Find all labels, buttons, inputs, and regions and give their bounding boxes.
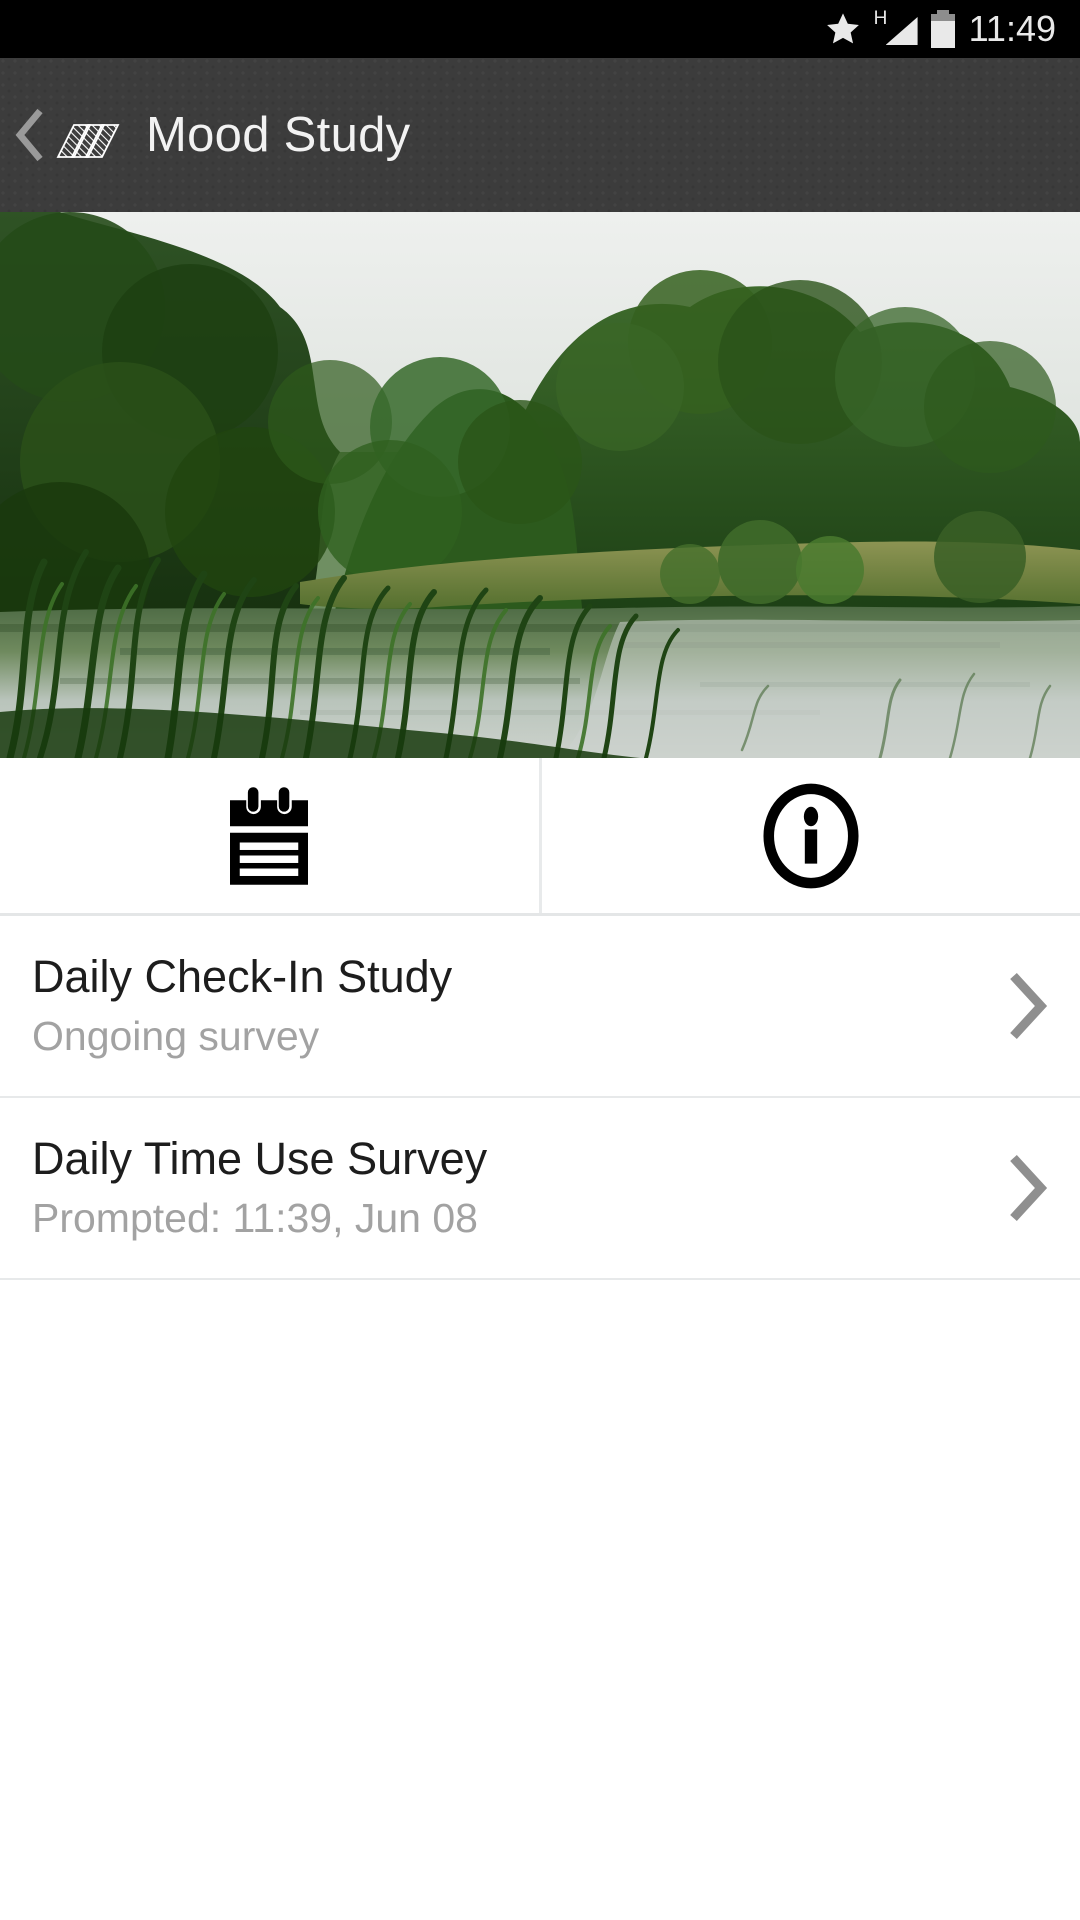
tab-bar <box>0 758 1080 916</box>
study-hero-image <box>0 212 1080 758</box>
battery-fill <box>930 21 955 48</box>
tab-surveys[interactable] <box>0 758 539 913</box>
survey-subtitle: Ongoing survey <box>32 1013 320 1060</box>
status-bar-clock: 11:49 <box>968 8 1056 49</box>
list-item[interactable]: Daily Check-In Study Ongoing survey <box>0 916 1080 1098</box>
lake-with-trees-photo <box>0 212 1080 758</box>
survey-list: Daily Check-In Study Ongoing survey Dail… <box>0 916 1080 1280</box>
status-bar: H 11:49 <box>0 0 1080 58</box>
chevron-left-icon[interactable] <box>10 105 50 165</box>
network-type-label: H <box>873 8 888 29</box>
page-title: Mood Study <box>146 107 411 162</box>
list-item[interactable]: Daily Time Use Survey Prompted: 11:39, J… <box>0 1098 1080 1280</box>
chevron-right-icon <box>1010 1154 1048 1222</box>
star-icon <box>826 13 859 44</box>
stacked-cards-logo-icon[interactable] <box>54 109 120 161</box>
chevron-right-icon <box>1010 972 1048 1040</box>
phone-screen: H 11:49 Mood Study Daily Check-In Study … <box>0 0 1080 1920</box>
info-circle-icon <box>763 783 859 888</box>
tab-info[interactable] <box>538 758 1080 913</box>
survey-title: Daily Time Use Survey <box>32 1132 488 1184</box>
action-bar: Mood Study <box>0 58 1080 212</box>
signal-h-icon: H <box>873 8 918 47</box>
status-bar-icons: H <box>825 8 955 48</box>
signal-triangle-icon <box>885 17 918 45</box>
battery-icon <box>930 10 955 48</box>
survey-title: Daily Check-In Study <box>32 950 453 1002</box>
notepad-icon <box>230 786 309 885</box>
survey-subtitle: Prompted: 11:39, Jun 08 <box>32 1195 478 1242</box>
